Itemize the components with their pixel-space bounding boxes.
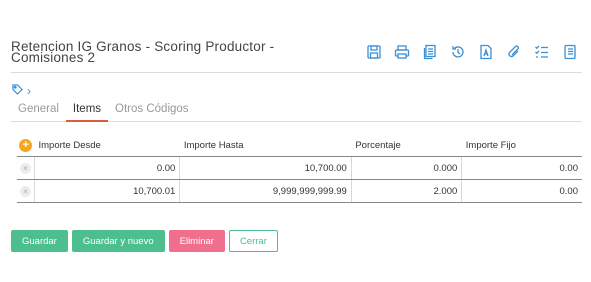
toolbar xyxy=(360,43,584,61)
chevron-right-icon[interactable]: › xyxy=(27,84,31,98)
delete-button[interactable]: Eliminar xyxy=(168,230,225,252)
save-button[interactable]: Guardar xyxy=(11,230,68,252)
checklist-icon[interactable] xyxy=(528,43,556,61)
document-icon[interactable] xyxy=(472,43,500,61)
book-icon[interactable] xyxy=(556,43,584,61)
delete-row-icon[interactable]: × xyxy=(20,185,31,197)
tab-otros-codigos[interactable]: Otros Códigos xyxy=(108,100,196,120)
cell-porcentaje[interactable]: 0.000 xyxy=(350,156,462,180)
cell-importe-desde[interactable]: 0.00 xyxy=(33,156,180,180)
print-icon[interactable] xyxy=(388,43,416,61)
cell-importe-fijo[interactable]: 0.00 xyxy=(461,156,582,180)
tab-general[interactable]: General xyxy=(11,100,66,120)
table-row: × 0.00 10,700.00 0.000 0.00 xyxy=(17,156,582,180)
cell-importe-hasta[interactable]: 9,999,999,999.99 xyxy=(179,179,352,203)
save-icon[interactable] xyxy=(360,43,388,61)
delete-row-icon[interactable]: × xyxy=(20,162,31,174)
table-row: × 10,700.01 9,999,999,999.99 2.000 0.00 xyxy=(17,179,582,203)
cell-importe-desde[interactable]: 10,700.01 xyxy=(33,179,180,203)
cell-porcentaje[interactable]: 2.000 xyxy=(350,179,462,203)
cell-importe-fijo[interactable]: 0.00 xyxy=(461,179,582,203)
cell-importe-hasta[interactable]: 10,700.00 xyxy=(179,156,352,180)
copy-icon[interactable] xyxy=(416,43,444,61)
tab-items[interactable]: Items xyxy=(65,100,109,122)
items-table: + Importe Desde Importe Hasta Porcentaje… xyxy=(17,134,582,203)
column-header-importe-desde: Importe Desde xyxy=(34,134,180,157)
save-and-new-button[interactable]: Guardar y nuevo xyxy=(71,230,165,252)
title-divider xyxy=(11,72,582,73)
close-button[interactable]: Cerrar xyxy=(228,230,278,252)
attachment-icon[interactable] xyxy=(500,43,528,61)
page-title: Retencion IG Granos - Scoring Productor … xyxy=(11,39,275,65)
add-row-icon[interactable]: + xyxy=(19,138,33,152)
history-icon[interactable] xyxy=(444,43,472,61)
column-header-importe-hasta: Importe Hasta xyxy=(179,134,352,157)
column-header-porcentaje: Porcentaje xyxy=(351,134,462,157)
column-header-importe-fijo: Importe Fijo xyxy=(461,134,582,157)
breadcrumb: › xyxy=(12,84,31,98)
tab-bar: General Items Otros Códigos xyxy=(11,100,582,122)
table-header-row: + Importe Desde Importe Hasta Porcentaje… xyxy=(17,134,582,157)
tag-icon[interactable] xyxy=(12,84,23,98)
action-bar: Guardar Guardar y nuevo Eliminar Cerrar xyxy=(11,230,278,252)
